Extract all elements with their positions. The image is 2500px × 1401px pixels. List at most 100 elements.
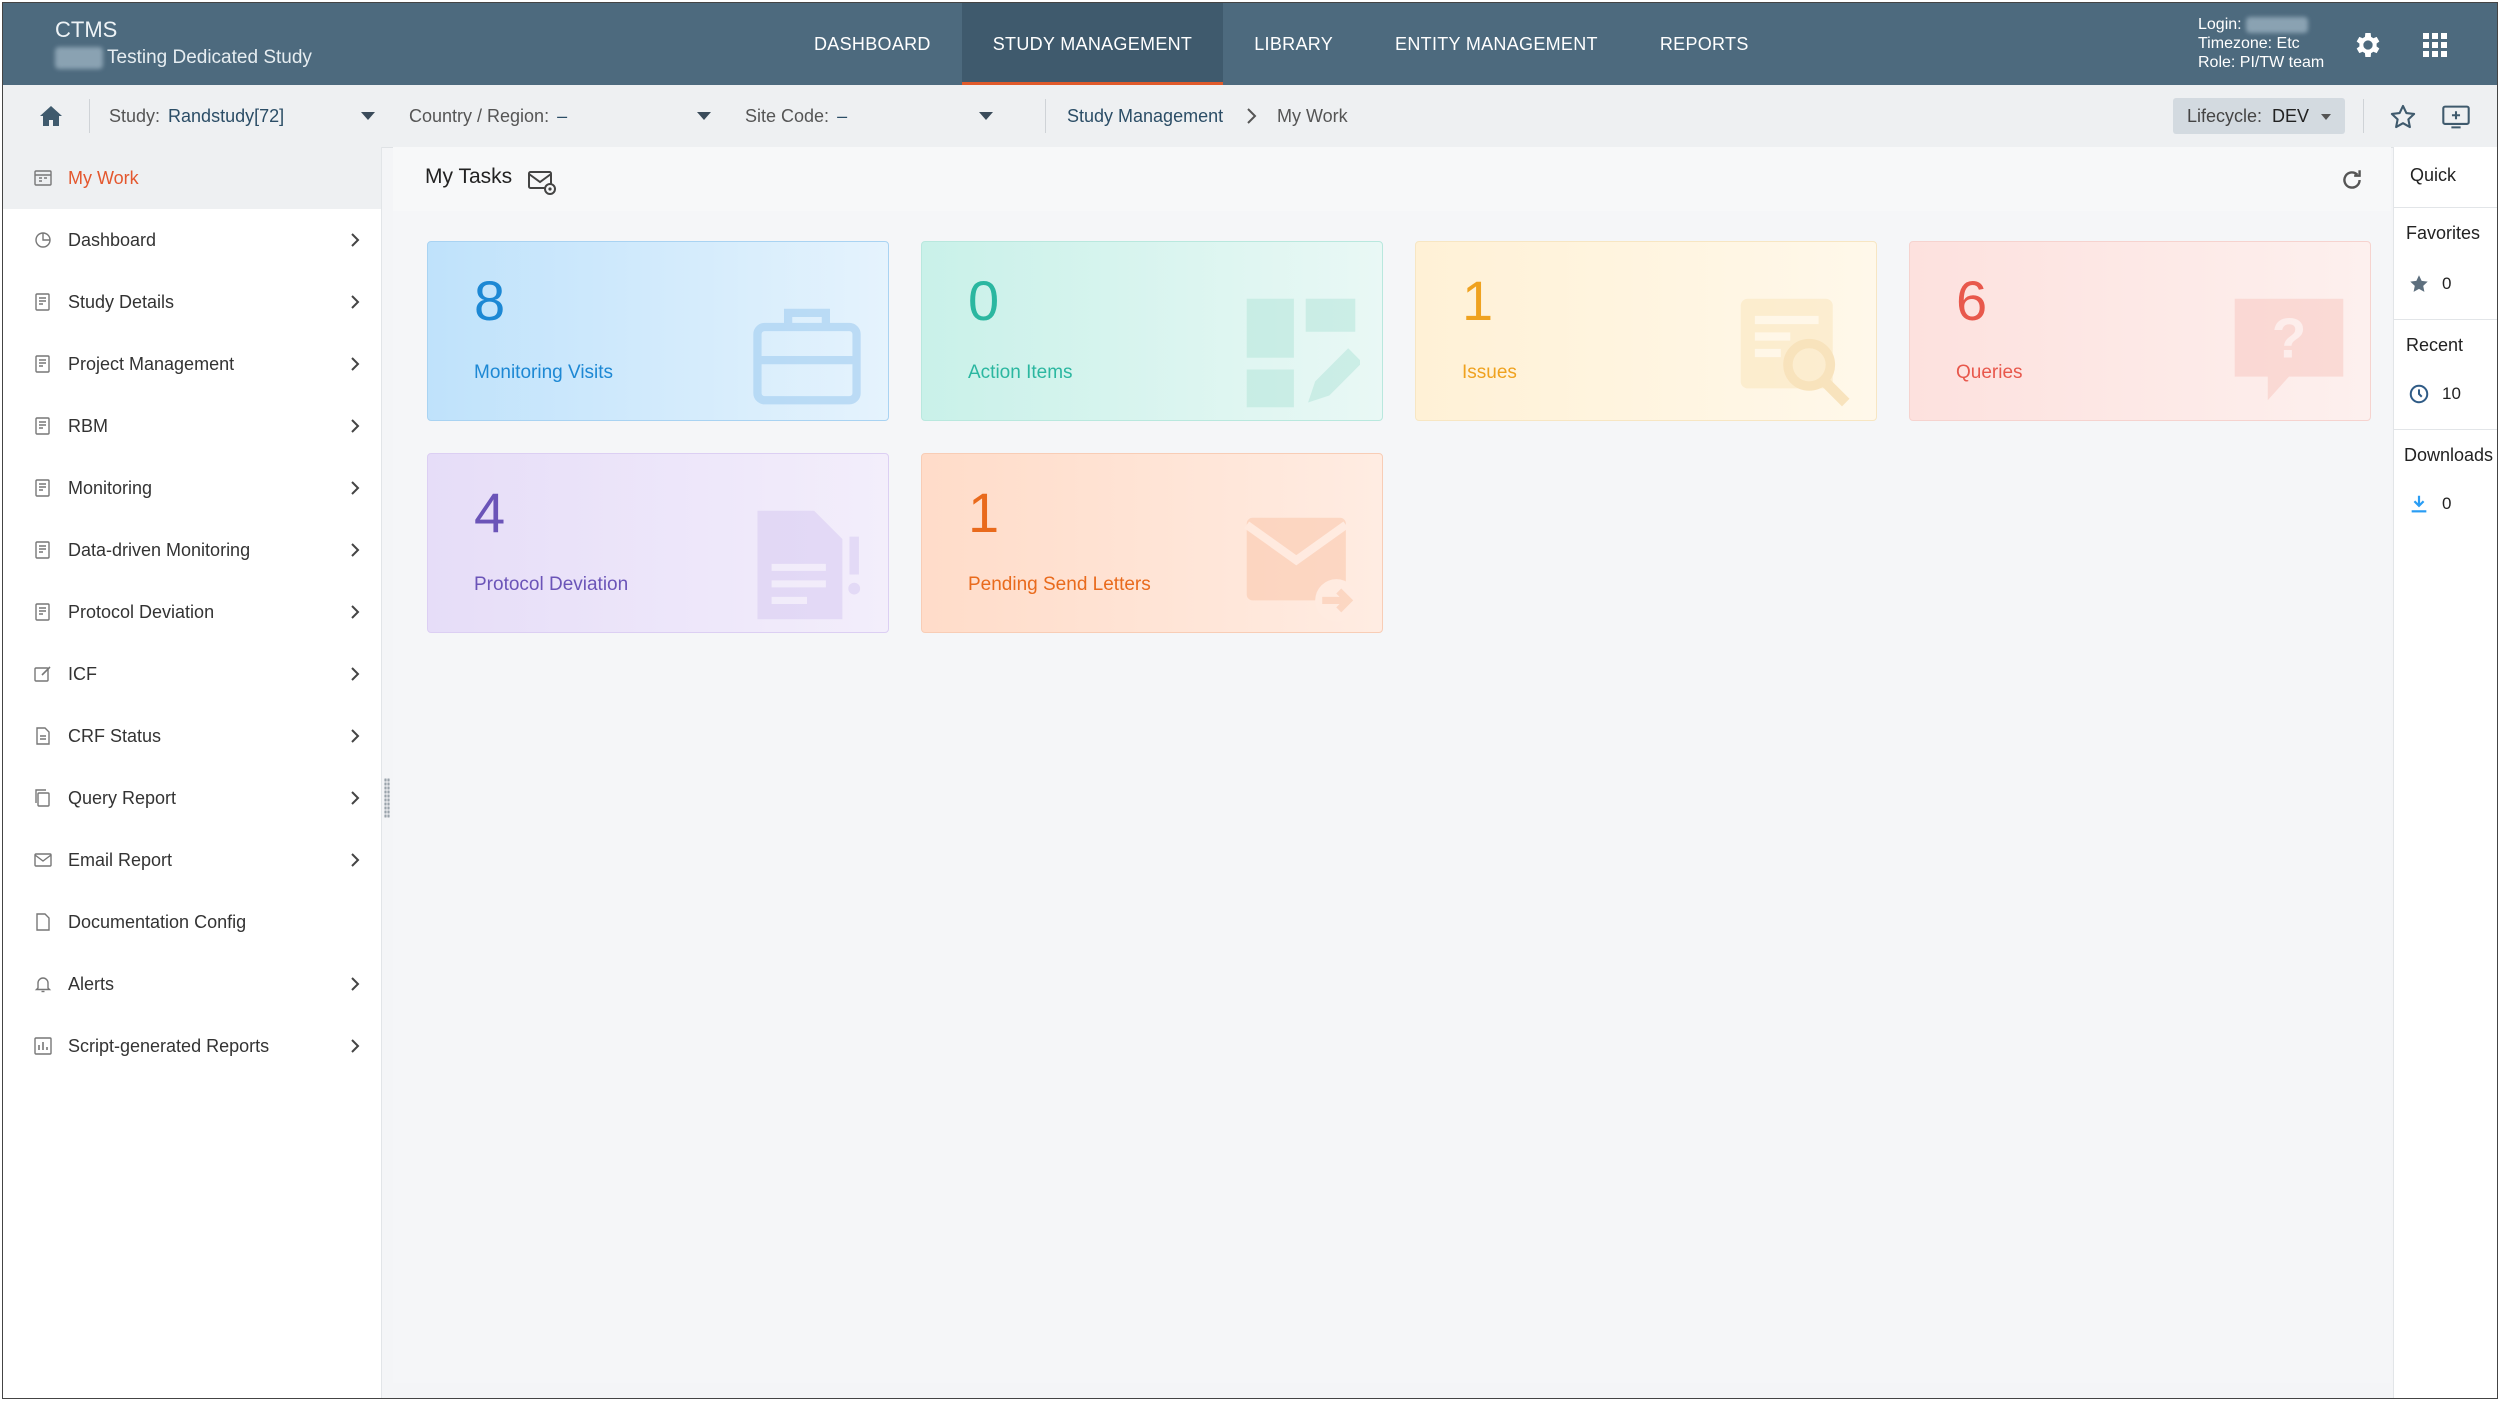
sidebar-item-label: My Work bbox=[68, 167, 139, 188]
chevron-right-icon bbox=[351, 853, 360, 867]
sidebar-item-rbm[interactable]: RBM bbox=[3, 395, 381, 457]
favorites-count: 0 bbox=[2442, 274, 2452, 293]
sidebar: My Work Dashboard Study Details Project … bbox=[3, 147, 382, 1398]
sidebar-item-script-generated-reports[interactable]: Script-generated Reports bbox=[3, 1015, 381, 1077]
task-count: 8 bbox=[474, 269, 506, 332]
study-name: Testing Dedicated Study bbox=[107, 47, 312, 68]
briefcase-icon bbox=[753, 308, 861, 405]
apps-grid-icon[interactable] bbox=[2419, 29, 2451, 61]
tab-study-management[interactable]: STUDY MANAGEMENT bbox=[961, 3, 1224, 85]
mail-settings-icon[interactable] bbox=[527, 167, 557, 197]
site-value: – bbox=[837, 106, 848, 126]
sidebar-item-protocol-deviation[interactable]: Protocol Deviation bbox=[3, 581, 381, 643]
task-count: 4 bbox=[474, 481, 506, 544]
bell-icon bbox=[34, 977, 52, 993]
task-card-queries[interactable]: 6 Queries ? bbox=[1909, 241, 2371, 421]
sidebar-item-study-details[interactable]: Study Details bbox=[3, 271, 381, 333]
refresh-icon[interactable] bbox=[2339, 167, 2365, 193]
chevron-right-icon bbox=[351, 977, 360, 991]
sidebar-item-label: RBM bbox=[68, 415, 108, 436]
sidebar-item-documentation-config[interactable]: Documentation Config bbox=[3, 891, 381, 953]
recent-count: 10 bbox=[2442, 384, 2461, 403]
site-label: Site Code: bbox=[745, 106, 830, 126]
chevron-right-icon bbox=[351, 419, 360, 433]
sidebar-item-project-management[interactable]: Project Management bbox=[3, 333, 381, 395]
search-document-icon bbox=[1740, 298, 1850, 407]
redacted-text bbox=[55, 47, 103, 69]
document-icon bbox=[35, 603, 50, 621]
page-title: My Tasks bbox=[425, 165, 513, 188]
redacted-username bbox=[2245, 16, 2308, 33]
divider bbox=[1045, 99, 1046, 133]
login-label: Login: bbox=[2198, 16, 2242, 33]
divider bbox=[2394, 207, 2497, 208]
tab-dashboard[interactable]: DASHBOARD bbox=[783, 3, 962, 85]
chevron-down-icon[interactable] bbox=[697, 112, 711, 120]
sidebar-item-label: Alerts bbox=[68, 973, 115, 994]
task-label: Issues bbox=[1462, 362, 1517, 383]
app-name: CTMS bbox=[55, 17, 118, 42]
study-selector[interactable]: Study: Randstudy[72] bbox=[109, 85, 284, 147]
sidebar-item-label: CRF Status bbox=[68, 725, 162, 746]
tasks-header: My Tasks bbox=[393, 147, 2391, 211]
favorites-label: Favorites bbox=[2406, 223, 2481, 243]
timezone: Timezone: Etc bbox=[2198, 35, 2300, 52]
task-card-pending-send-letters[interactable]: 1 Pending Send Letters bbox=[921, 453, 1383, 633]
chevron-down-icon[interactable] bbox=[361, 112, 375, 120]
task-count: 1 bbox=[968, 481, 1000, 544]
task-label: Protocol Deviation bbox=[474, 574, 629, 595]
sidebar-item-monitoring[interactable]: Monitoring bbox=[3, 457, 381, 519]
favorites-link[interactable]: 0 bbox=[2408, 273, 2451, 295]
document-icon bbox=[35, 355, 50, 373]
site-code-selector[interactable]: Site Code: – bbox=[745, 85, 847, 147]
tab-library[interactable]: LIBRARY bbox=[1223, 3, 1364, 85]
app-window: CTMS Testing Dedicated Study DASHBOARD S… bbox=[2, 2, 2498, 1399]
gear-icon[interactable] bbox=[2352, 29, 2384, 61]
star-outline-icon[interactable] bbox=[2389, 103, 2417, 131]
clock-icon bbox=[2409, 384, 2429, 404]
sidebar-item-label: Monitoring bbox=[68, 477, 153, 498]
lifecycle-label: Lifecycle: bbox=[2187, 106, 2263, 126]
breadcrumb-chevron-icon bbox=[1247, 108, 1257, 124]
sidebar-item-data-driven-monitoring[interactable]: Data-driven Monitoring bbox=[3, 519, 381, 581]
sidebar-item-icf[interactable]: ICF bbox=[3, 643, 381, 705]
sidebar-item-query-report[interactable]: Query Report bbox=[3, 767, 381, 829]
document-icon bbox=[35, 479, 50, 497]
sidebar-item-alerts[interactable]: Alerts bbox=[3, 953, 381, 1015]
tab-reports[interactable]: REPORTS bbox=[1629, 3, 1780, 85]
downloads-count: 0 bbox=[2442, 494, 2452, 513]
sidebar-item-label: Data-driven Monitoring bbox=[68, 539, 251, 560]
divider bbox=[2394, 429, 2497, 430]
pie-chart-icon bbox=[35, 232, 51, 248]
tab-entity-management[interactable]: ENTITY MANAGEMENT bbox=[1364, 3, 1629, 85]
lifecycle-value: DEV bbox=[2272, 106, 2310, 126]
sidebar-item-crf-status[interactable]: CRF Status bbox=[3, 705, 381, 767]
task-count: 6 bbox=[1956, 269, 1988, 332]
downloads-link[interactable]: 0 bbox=[2408, 493, 2451, 515]
download-icon bbox=[2411, 495, 2427, 513]
sidebar-resize-handle[interactable] bbox=[384, 778, 390, 818]
task-card-protocol-deviation[interactable]: 4 Protocol Deviation bbox=[427, 453, 889, 633]
study-value: Randstudy[72] bbox=[168, 106, 285, 126]
country-selector[interactable]: Country / Region: – bbox=[409, 85, 567, 147]
sidebar-item-email-report[interactable]: Email Report bbox=[3, 829, 381, 891]
lifecycle-selector[interactable]: Lifecycle: DEV bbox=[2173, 98, 2345, 134]
breadcrumb-my-work: My Work bbox=[1277, 106, 1348, 126]
task-card-issues[interactable]: 1 Issues bbox=[1415, 241, 1877, 421]
screen-add-icon[interactable] bbox=[2441, 103, 2471, 131]
home-icon[interactable] bbox=[39, 105, 63, 127]
sidebar-item-label: Study Details bbox=[68, 291, 175, 312]
edit-icon bbox=[34, 666, 51, 682]
sidebar-item-label: Protocol Deviation bbox=[68, 601, 215, 622]
sidebar-item-label: Project Management bbox=[68, 353, 235, 374]
task-card-action-items[interactable]: 0 Action Items bbox=[921, 241, 1383, 421]
breadcrumb-study-management[interactable]: Study Management bbox=[1067, 85, 1223, 147]
document-icon bbox=[35, 541, 50, 559]
chevron-down-icon[interactable] bbox=[979, 112, 993, 120]
study-label: Study: bbox=[109, 106, 161, 126]
task-card-monitoring-visits[interactable]: 8 Monitoring Visits bbox=[427, 241, 889, 421]
question-bubble-icon: ? bbox=[2234, 298, 2344, 401]
recent-link[interactable]: 10 bbox=[2408, 383, 2461, 405]
sidebar-item-dashboard[interactable]: Dashboard bbox=[3, 209, 381, 271]
sidebar-item-my-work[interactable]: My Work bbox=[3, 147, 381, 209]
